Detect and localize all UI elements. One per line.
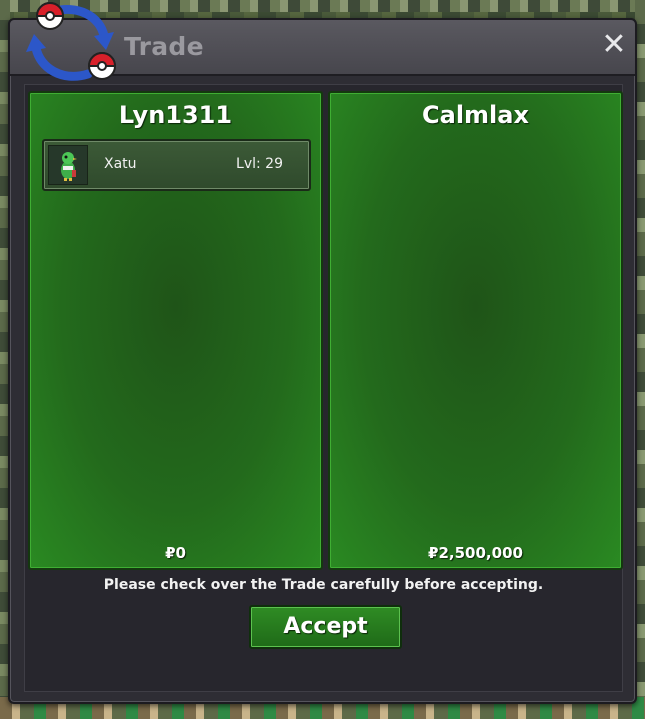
player-name-right: Calmlax	[422, 101, 529, 129]
trade-notice: Please check over the Trade carefully be…	[103, 577, 544, 593]
trade-content: Lyn1311 Xatu Lvl: 29 ₽0 Calmlax ₽2,500,0…	[24, 84, 623, 692]
window-title: Trade	[124, 32, 204, 61]
money-left: ₽0	[165, 544, 186, 562]
trade-arrows-pokeballs-icon	[26, 2, 117, 81]
pokemon-level: Lvl: 29	[236, 156, 283, 172]
their-offer-panel: Calmlax ₽2,500,000	[328, 91, 623, 570]
pokemon-slot[interactable]: Xatu Lvl: 29	[42, 139, 311, 191]
pokemon-sprite-icon	[48, 145, 88, 185]
my-offer-panel: Lyn1311 Xatu Lvl: 29 ₽0	[28, 91, 323, 570]
xatu-sprite	[61, 152, 77, 181]
money-right: ₽2,500,000	[428, 544, 523, 562]
pokemon-name: Xatu	[104, 156, 137, 172]
player-name-left: Lyn1311	[118, 101, 233, 129]
close-icon: ✕	[601, 27, 627, 62]
accept-button[interactable]: Accept	[249, 605, 402, 649]
close-button[interactable]: ✕	[599, 30, 629, 60]
trade-window: Trade ✕ Lyn1311 Xatu Lvl: 29 ₽0 Calmlax …	[8, 2, 637, 704]
